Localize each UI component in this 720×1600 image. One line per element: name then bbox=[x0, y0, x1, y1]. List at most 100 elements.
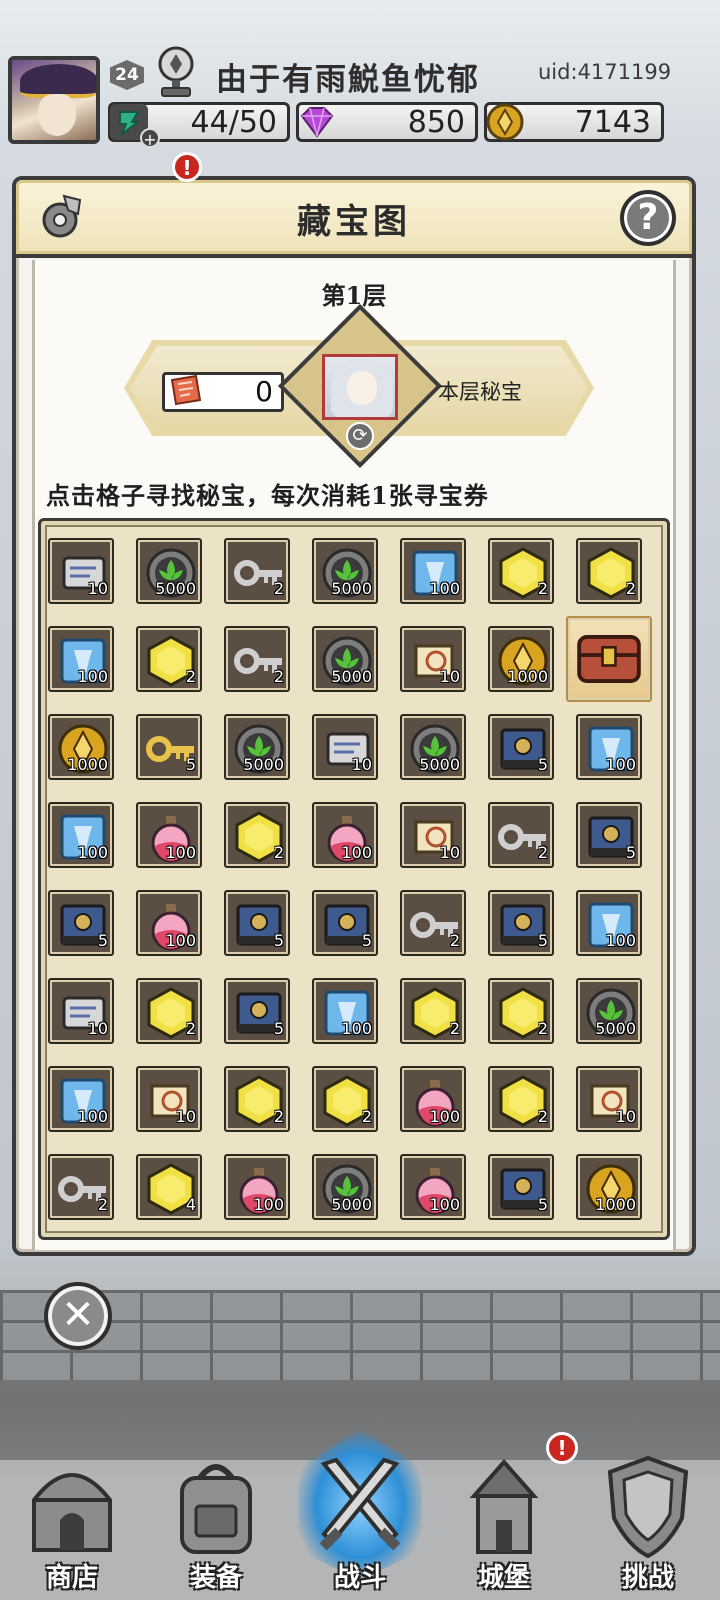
grid-cell[interactable]: 5 bbox=[224, 978, 290, 1044]
grid-cell-quantity: 2 bbox=[185, 1019, 196, 1038]
grid-cell-quantity: 2 bbox=[537, 579, 548, 598]
grid-cell[interactable]: 5000 bbox=[312, 1154, 378, 1220]
grid-cell[interactable]: 5000 bbox=[224, 714, 290, 780]
trophy-icon[interactable] bbox=[152, 44, 200, 100]
nav-challenge[interactable]: 挑战 bbox=[576, 1440, 720, 1600]
grid-cell[interactable]: 2 bbox=[576, 538, 642, 604]
energy-counter[interactable]: 44/50 bbox=[108, 102, 290, 142]
grid-cell[interactable]: 10 bbox=[48, 538, 114, 604]
floor-secret-label: 本层秘宝 bbox=[438, 380, 522, 404]
grid-cell[interactable]: 5 bbox=[488, 890, 554, 956]
treasure-map-panel: 藏宝图 ? 第1层 0 ⟳ 本层秘宝 点击格子寻找秘宝，每次消耗1张寻宝券 10… bbox=[12, 176, 696, 1256]
grid-cell[interactable]: 5 bbox=[488, 714, 554, 780]
grid-cell[interactable]: 2 bbox=[48, 1154, 114, 1220]
grid-cell[interactable]: 100 bbox=[312, 802, 378, 868]
instruction-text: 点击格子寻找秘宝，每次消耗1张寻宝券 bbox=[46, 481, 489, 510]
grid-cell[interactable]: 10 bbox=[136, 1066, 202, 1132]
nav-castle[interactable]: ! 城堡 bbox=[432, 1432, 578, 1600]
gold-counter[interactable]: 7143 bbox=[484, 102, 664, 142]
grid-cell[interactable]: 100 bbox=[400, 1154, 466, 1220]
grid-cell-quantity: 4 bbox=[185, 1195, 196, 1214]
nav-shop-label: 商店 bbox=[45, 1563, 98, 1593]
gem-value: 850 bbox=[407, 104, 465, 140]
gold-coin-icon bbox=[486, 103, 524, 141]
grid-cell[interactable]: 100 bbox=[48, 802, 114, 868]
nav-battle[interactable]: 战斗 bbox=[288, 1430, 432, 1600]
grid-cell[interactable]: 2 bbox=[488, 538, 554, 604]
nav-castle-label: 城堡 bbox=[477, 1563, 530, 1593]
grid-cell-quantity: 10 bbox=[175, 1107, 196, 1126]
shield-icon bbox=[607, 1455, 689, 1559]
nav-equipment[interactable]: 装备 bbox=[144, 1440, 288, 1600]
grid-cell-quantity: 2 bbox=[449, 1019, 460, 1038]
grid-cell[interactable]: 2 bbox=[488, 978, 554, 1044]
help-button[interactable]: ? bbox=[620, 190, 676, 246]
grid-cell[interactable]: 1000 bbox=[48, 714, 114, 780]
grid-cell-quantity: 2 bbox=[625, 579, 636, 598]
grid-cell[interactable]: 100 bbox=[576, 714, 642, 780]
grid-cell[interactable]: 10 bbox=[312, 714, 378, 780]
grid-cell[interactable]: 5000 bbox=[576, 978, 642, 1044]
grid-cell[interactable]: 100 bbox=[400, 1066, 466, 1132]
grid-cell[interactable]: 100 bbox=[136, 890, 202, 956]
grid-cell-quantity: 5000 bbox=[595, 1019, 636, 1038]
grid-cell[interactable]: 2 bbox=[488, 1066, 554, 1132]
grid-cell-quantity: 2 bbox=[537, 1019, 548, 1038]
grid-cell[interactable]: 5000 bbox=[400, 714, 466, 780]
grid-cell-quantity: 1000 bbox=[507, 667, 548, 686]
grid-cell-quantity: 100 bbox=[77, 1107, 108, 1126]
castle-icon bbox=[469, 1458, 539, 1554]
grid-cell-quantity: 100 bbox=[165, 931, 196, 950]
treasure-ticket-icon bbox=[170, 374, 202, 406]
grid-cell[interactable]: 10 bbox=[576, 1066, 642, 1132]
grid-cell[interactable]: 2 bbox=[400, 978, 466, 1044]
grid-cell[interactable]: 5 bbox=[224, 890, 290, 956]
grid-cell[interactable]: 100 bbox=[48, 1066, 114, 1132]
grid-cell[interactable]: 2 bbox=[312, 1066, 378, 1132]
player-avatar[interactable] bbox=[8, 56, 100, 144]
grid-cell[interactable]: 4 bbox=[136, 1154, 202, 1220]
grid-cell[interactable]: 2 bbox=[136, 626, 202, 692]
grid-cell[interactable]: 2 bbox=[224, 1066, 290, 1132]
grid-cell[interactable]: 2 bbox=[224, 626, 290, 692]
grid-cell-quantity: 100 bbox=[605, 755, 636, 774]
close-button[interactable]: ✕ bbox=[44, 1282, 112, 1350]
grid-cell[interactable]: 10 bbox=[400, 626, 466, 692]
grid-cell[interactable]: 5 bbox=[136, 714, 202, 780]
grid-cell[interactable]: 100 bbox=[48, 626, 114, 692]
grid-cell[interactable]: 2 bbox=[488, 802, 554, 868]
grid-cell[interactable]: 2 bbox=[136, 978, 202, 1044]
grid-cell[interactable]: 5000 bbox=[136, 538, 202, 604]
grid-cell[interactable]: 1000 bbox=[488, 626, 554, 692]
add-energy-button[interactable]: + bbox=[140, 128, 160, 149]
grid-cell[interactable]: 100 bbox=[400, 538, 466, 604]
grid-cell[interactable]: 10 bbox=[48, 978, 114, 1044]
grid-cell[interactable]: 5 bbox=[312, 890, 378, 956]
grid-cell-quantity: 5 bbox=[625, 843, 636, 862]
secret-treasure-portrait[interactable] bbox=[322, 354, 398, 420]
grid-cell[interactable]: 5 bbox=[48, 890, 114, 956]
grid-cell-quantity: 100 bbox=[341, 1019, 372, 1038]
nav-equipment-label: 装备 bbox=[189, 1563, 242, 1593]
grid-cell[interactable]: 10 bbox=[400, 802, 466, 868]
grid-cell[interactable]: 100 bbox=[136, 802, 202, 868]
grid-cell-quantity: 5000 bbox=[419, 755, 460, 774]
grid-cell-quantity: 2 bbox=[273, 1107, 284, 1126]
grid-cell[interactable]: 2 bbox=[224, 802, 290, 868]
grid-cell[interactable] bbox=[566, 616, 652, 702]
grid-cell[interactable]: 1000 bbox=[576, 1154, 642, 1220]
swap-icon[interactable]: ⟳ bbox=[346, 422, 374, 450]
grid-cell[interactable]: 5 bbox=[488, 1154, 554, 1220]
shop-icon bbox=[32, 1473, 112, 1552]
grid-cell[interactable]: 2 bbox=[400, 890, 466, 956]
grid-cell[interactable]: 5000 bbox=[312, 538, 378, 604]
panel-title-bar: 藏宝图 ? bbox=[16, 180, 692, 258]
gem-counter[interactable]: 850 bbox=[296, 102, 478, 142]
grid-cell[interactable]: 100 bbox=[224, 1154, 290, 1220]
grid-cell[interactable]: 5 bbox=[576, 802, 642, 868]
grid-cell[interactable]: 100 bbox=[576, 890, 642, 956]
grid-cell[interactable]: 5000 bbox=[312, 626, 378, 692]
grid-cell[interactable]: 2 bbox=[224, 538, 290, 604]
grid-cell[interactable]: 100 bbox=[312, 978, 378, 1044]
nav-shop[interactable]: 商店 bbox=[0, 1440, 144, 1600]
